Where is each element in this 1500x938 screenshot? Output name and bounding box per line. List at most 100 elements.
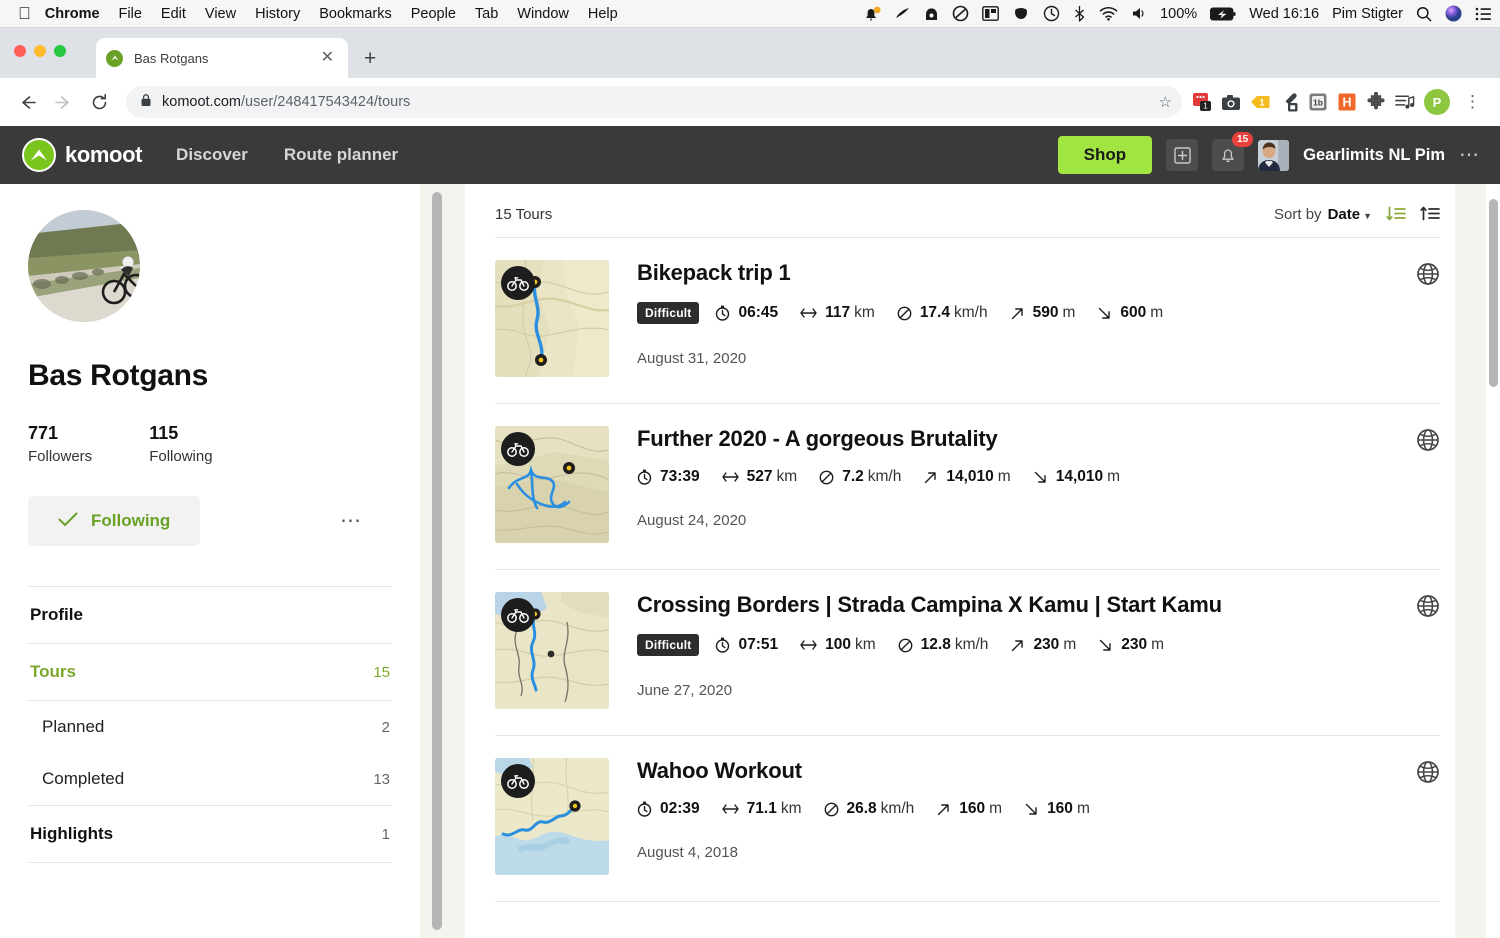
- globe-icon[interactable]: [1416, 594, 1440, 623]
- tour-map-thumbnail[interactable]: [495, 260, 609, 377]
- menu-item-bookmarks[interactable]: Bookmarks: [319, 6, 392, 22]
- shop-button[interactable]: Shop: [1057, 136, 1153, 174]
- tour-title[interactable]: Further 2020 - A gorgeous Brutality: [637, 426, 1440, 452]
- red-badge-extension-icon[interactable]: 1: [1192, 92, 1212, 112]
- battery-charging-icon[interactable]: [1210, 6, 1236, 21]
- tour-map-thumbnail[interactable]: [495, 758, 609, 875]
- tour-row[interactable]: Crossing Borders | Strada Campina X Kamu…: [495, 569, 1440, 735]
- wifi-icon[interactable]: [1099, 6, 1118, 21]
- camera-extension-icon[interactable]: [1221, 92, 1241, 112]
- globe-icon[interactable]: [1416, 262, 1440, 291]
- time-machine-icon[interactable]: [1043, 5, 1060, 22]
- tour-distance-unit: km: [854, 304, 875, 321]
- 1b-extension-icon[interactable]: 1b: [1308, 92, 1328, 112]
- komoot-logo[interactable]: komoot: [22, 138, 142, 172]
- control-center-icon[interactable]: [1475, 7, 1492, 21]
- menu-item-file[interactable]: File: [119, 6, 142, 22]
- volume-icon[interactable]: [1131, 6, 1147, 21]
- menu-item-chrome[interactable]: Chrome: [45, 6, 100, 22]
- browser-tab[interactable]: Bas Rotgans ✕: [96, 38, 348, 78]
- tour-elevation-down: 160 m: [1024, 800, 1090, 818]
- yellow-tag-extension-icon[interactable]: 1: [1250, 92, 1270, 112]
- apple-logo-icon[interactable]: : [18, 5, 31, 22]
- sidebar-item-profile[interactable]: Profile: [28, 586, 392, 644]
- maximize-window-button[interactable]: [54, 45, 66, 57]
- tour-row[interactable]: Bikepack trip 1 Difficult 06:45 117 km 1…: [495, 237, 1440, 403]
- page-scrollbar-thumb[interactable]: [1489, 199, 1498, 387]
- komoot-user-name[interactable]: Gearlimits NL Pim: [1303, 146, 1445, 165]
- eyedropper-extension-icon[interactable]: [1279, 92, 1299, 112]
- menu-item-people[interactable]: People: [411, 6, 456, 22]
- inner-scrollbar[interactable]: [432, 192, 442, 930]
- profile-avatar[interactable]: [28, 210, 140, 322]
- inner-scrollbar-thumb[interactable]: [432, 192, 442, 930]
- menu-item-view[interactable]: View: [205, 6, 236, 22]
- right-gutter: [1455, 184, 1486, 938]
- sort-by-dropdown[interactable]: Sort by Date ▼: [1274, 206, 1372, 223]
- sidebar-item-completed[interactable]: Completed 13: [28, 753, 392, 806]
- reload-icon[interactable]: [82, 85, 116, 119]
- tour-row[interactable]: Further 2020 - A gorgeous Brutality 73:3…: [495, 403, 1440, 569]
- tour-elevation-down: 14,010 m: [1033, 468, 1120, 486]
- following-button[interactable]: Following: [28, 496, 201, 546]
- menu-bar-user-label[interactable]: Pim Stigter: [1332, 6, 1403, 22]
- siri-icon[interactable]: [1445, 5, 1462, 22]
- arrow-down-right-icon: [1098, 638, 1113, 653]
- h-extension-icon[interactable]: H: [1337, 92, 1357, 112]
- sidebar-item-completed-count: 13: [373, 770, 390, 788]
- menu-item-window[interactable]: Window: [517, 6, 569, 22]
- notification-bell-icon[interactable]: [864, 6, 881, 22]
- menu-item-edit[interactable]: Edit: [161, 6, 186, 22]
- spotlight-search-icon[interactable]: [1416, 6, 1432, 22]
- tour-elevation-up: 14,010 m: [923, 468, 1011, 486]
- nav-link-discover[interactable]: Discover: [176, 145, 248, 165]
- back-arrow-icon[interactable]: [10, 85, 44, 119]
- tour-title[interactable]: Wahoo Workout: [637, 758, 1440, 784]
- svg-text:1: 1: [1259, 98, 1264, 108]
- close-tab-icon[interactable]: ✕: [317, 48, 338, 68]
- more-dots-icon[interactable]: ⋯: [1459, 145, 1480, 165]
- plus-square-icon[interactable]: [1166, 139, 1199, 171]
- tour-title[interactable]: Crossing Borders | Strada Campina X Kamu…: [637, 592, 1440, 618]
- notifications-bell-icon[interactable]: 15: [1212, 132, 1254, 171]
- tour-distance-unit: km: [855, 636, 876, 653]
- nav-link-route-planner[interactable]: Route planner: [284, 145, 398, 165]
- playlist-icon[interactable]: [1395, 92, 1415, 112]
- followers-stat[interactable]: 771 Followers: [28, 423, 92, 465]
- sort-ascending-icon[interactable]: [1420, 206, 1440, 223]
- puzzle-extensions-icon[interactable]: [1366, 92, 1386, 112]
- user-avatar[interactable]: [1258, 139, 1290, 171]
- sidebar-item-highlights[interactable]: Highlights 1: [28, 806, 392, 863]
- menu-item-history[interactable]: History: [255, 6, 300, 22]
- close-window-button[interactable]: [14, 45, 26, 57]
- chrome-profile-avatar[interactable]: P: [1424, 89, 1450, 115]
- screen-layout-icon[interactable]: [982, 6, 1000, 21]
- bluetooth-icon[interactable]: [1073, 5, 1086, 22]
- menu-item-help[interactable]: Help: [588, 6, 618, 22]
- speed-gauge-icon: [898, 638, 913, 653]
- sidebar-item-tours[interactable]: Tours 15: [28, 644, 392, 701]
- coffee-icon[interactable]: [1012, 6, 1030, 21]
- menu-item-tab[interactable]: Tab: [475, 6, 498, 22]
- tour-down-unit: m: [1107, 468, 1121, 485]
- globe-icon[interactable]: [1416, 428, 1440, 457]
- following-stat[interactable]: 115 Following: [149, 423, 212, 465]
- page-scrollbar[interactable]: [1486, 184, 1500, 938]
- globe-icon[interactable]: [1416, 760, 1440, 789]
- star-icon[interactable]: ☆: [1159, 93, 1172, 111]
- tour-map-thumbnail[interactable]: [495, 426, 609, 543]
- pen-icon[interactable]: [894, 6, 911, 22]
- forward-arrow-icon[interactable]: [46, 85, 80, 119]
- circle-slash-icon[interactable]: [952, 5, 969, 22]
- minimize-window-button[interactable]: [34, 45, 46, 57]
- tour-row[interactable]: Wahoo Workout 02:39 71.1 km 26.8 km/h 16…: [495, 735, 1440, 901]
- profile-more-dots-icon[interactable]: ⋯: [340, 510, 362, 530]
- tour-map-thumbnail[interactable]: [495, 592, 609, 709]
- tour-title[interactable]: Bikepack trip 1: [637, 260, 1440, 286]
- backup-icon[interactable]: [924, 6, 939, 22]
- sidebar-item-planned[interactable]: Planned 2: [28, 701, 392, 753]
- sort-descending-icon[interactable]: [1386, 206, 1406, 223]
- address-bar[interactable]: komoot.com/user/248417543424/tours ☆: [126, 86, 1182, 118]
- new-tab-button[interactable]: +: [364, 48, 376, 69]
- chrome-menu-icon[interactable]: ⋮: [1459, 92, 1486, 112]
